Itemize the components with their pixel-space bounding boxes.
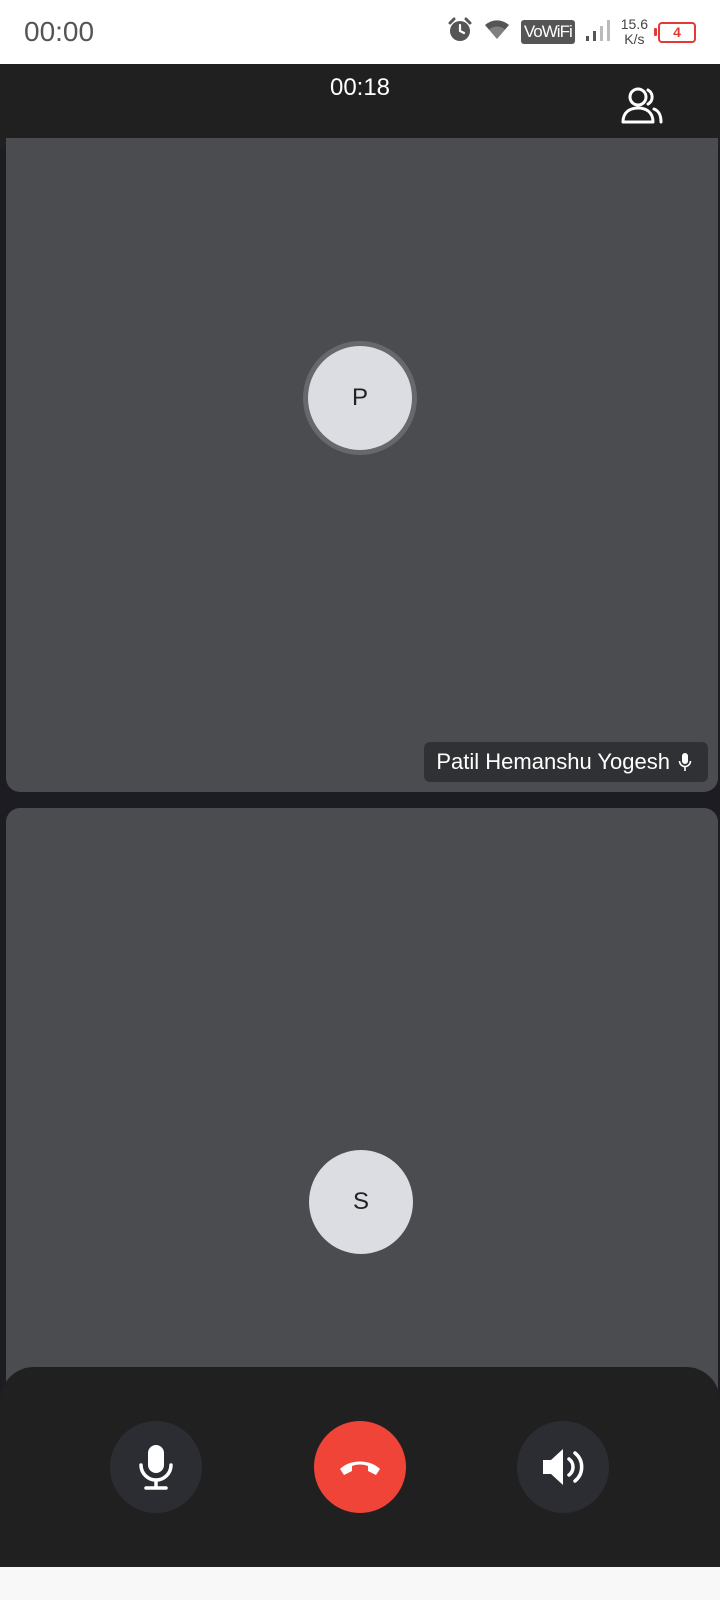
vowifi-badge: VoWiFi bbox=[520, 20, 575, 44]
status-time: 00:00 bbox=[24, 16, 95, 47]
call-timer: 00:18 bbox=[329, 74, 391, 101]
status-bar: 00:00 VoWiFi 15.6 K/s 4 bbox=[0, 0, 720, 64]
participant-tile[interactable]: P Patil Hemanshu Yogesh bbox=[6, 138, 718, 792]
battery-icon: 4 bbox=[654, 21, 696, 43]
net-speed: 15.6 K/s bbox=[621, 17, 648, 47]
call-controls bbox=[0, 1367, 720, 1567]
participants-icon bbox=[621, 87, 663, 124]
microphone-icon bbox=[139, 1445, 173, 1490]
status-icons: VoWiFi 15.6 K/s 4 bbox=[447, 14, 696, 50]
avatar-initial: S bbox=[352, 1188, 369, 1215]
navigation-bar bbox=[0, 1567, 720, 1600]
mic-on-icon bbox=[678, 753, 692, 771]
participant-avatar: P bbox=[308, 346, 412, 450]
battery-level: 4 bbox=[673, 23, 681, 40]
participant-name-tag: Patil Hemanshu Yogesh bbox=[424, 742, 708, 782]
speaker-volume-icon bbox=[543, 1449, 584, 1485]
avatar-initial: P bbox=[351, 384, 368, 411]
participant-name: Patil Hemanshu Yogesh bbox=[436, 749, 670, 774]
alarm-icon bbox=[447, 17, 473, 48]
mute-button[interactable] bbox=[110, 1421, 202, 1513]
speaker-button[interactable] bbox=[517, 1421, 609, 1513]
net-speed-unit: K/s bbox=[624, 31, 645, 47]
call-header: 00:18 bbox=[0, 64, 720, 148]
participants-button[interactable] bbox=[618, 82, 666, 130]
net-speed-value: 15.6 bbox=[620, 16, 648, 32]
wifi-icon bbox=[483, 19, 511, 46]
signal-icon bbox=[585, 18, 611, 47]
end-call-button[interactable] bbox=[314, 1421, 406, 1513]
participant-avatar: S bbox=[309, 1150, 413, 1254]
phone-hangup-icon bbox=[340, 1461, 380, 1475]
